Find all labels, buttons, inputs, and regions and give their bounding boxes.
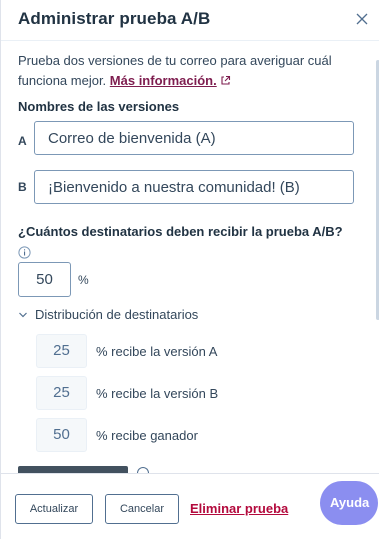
help-button[interactable]: Ayuda [320,481,378,525]
chevron-down-icon [19,312,27,318]
learn-more-link[interactable]: Más información. [110,73,217,88]
cut-off-section-heading [18,464,148,473]
winner-share-text: % recibe ganador [96,428,198,443]
version-b-share-text: % recibe la versión B [96,386,219,401]
panel-header: Administrar prueba A/B [1,0,379,40]
version-a-share-value: 25 [36,334,87,368]
recipients-question: ¿Cuántos destinatarios deben recibir la … [18,224,343,239]
description: Prueba dos versiones de tu correo para a… [18,51,348,91]
cancel-button[interactable]: Cancelar [105,494,179,524]
panel-title: Administrar prueba A/B [18,9,211,28]
percent-sign: % [78,273,89,287]
version-a-share-text: % recibe la versión A [96,344,218,359]
info-icon[interactable] [18,246,31,259]
external-link-icon[interactable] [220,75,231,86]
distribution-label: Distribución de destinatarios [35,307,199,322]
recipients-percent-input[interactable]: 50 [18,262,71,297]
version-a-input[interactable]: Correo de bienvenida (A) [34,121,354,155]
version-a-letter: A [18,134,27,148]
header-divider [1,40,379,41]
winner-share-value: 50 [36,418,87,452]
version-b-share-value: 25 [36,376,87,410]
version-b-letter: B [18,180,27,194]
ab-test-panel: Administrar prueba A/B Prueba dos versio… [0,0,379,539]
delete-test-link[interactable]: Eliminar prueba [190,501,288,516]
update-button[interactable]: Actualizar [15,494,93,524]
close-icon[interactable] [355,12,369,26]
version-b-input[interactable]: ¡Bienvenido a nuestra comunidad! (B) [34,170,354,204]
version-names-label: Nombres de las versiones [18,99,180,114]
